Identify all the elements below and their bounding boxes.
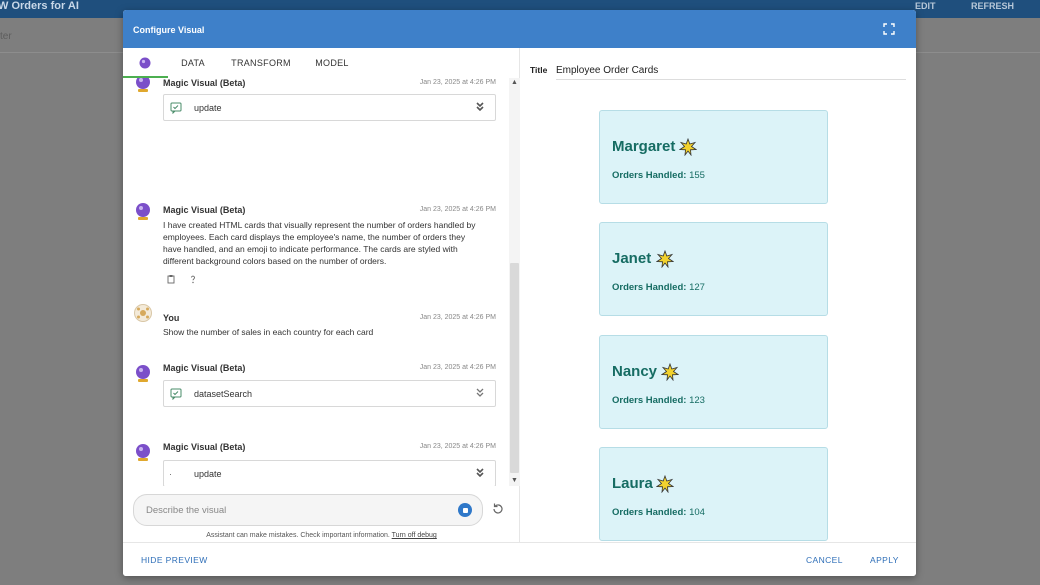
tool-call-label: update [194, 469, 222, 479]
hide-preview-button[interactable]: HIDE PREVIEW [141, 555, 208, 565]
message-timestamp: Jan 23, 2025 at 4:26 PM [419, 206, 496, 213]
scrollbar-thumb[interactable] [510, 263, 519, 473]
employee-card: Nancy Orders Handled: 123 [599, 335, 828, 429]
background-edit-button[interactable]: EDIT [915, 1, 936, 11]
user-avatar-icon [134, 304, 152, 322]
reset-chat-icon[interactable] [491, 502, 505, 516]
background-app-title: W Orders for AI [0, 0, 79, 12]
message-timestamp: Jan 23, 2025 at 4:26 PM [419, 314, 496, 321]
orders-handled: Orders Handled: 104 [612, 507, 705, 518]
message-timestamp: Jan 23, 2025 at 4:26 PM [419, 364, 496, 371]
tool-message-icon [170, 388, 182, 400]
chevron-double-down-icon[interactable] [475, 387, 485, 399]
chevron-double-down-icon[interactable] [475, 101, 485, 113]
dialog-header: Configure Visual [123, 10, 916, 48]
assistant-disclaimer: Assistant can make mistakes. Check impor… [123, 532, 520, 539]
chat-scrollbar[interactable]: ▲ ▼ [509, 78, 520, 486]
tool-call-update[interactable]: · update [163, 460, 496, 486]
tool-message-icon [170, 102, 182, 114]
tool-call-label: datasetSearch [194, 389, 253, 399]
orders-handled: Orders Handled: 155 [612, 170, 705, 181]
configure-visual-dialog: Configure Visual DATA TRANSFORM MODEL Ma… [123, 10, 916, 576]
magic-visual-avatar-icon [136, 78, 150, 92]
orders-handled: Orders Handled: 127 [612, 282, 705, 293]
describe-visual-input[interactable] [146, 503, 446, 517]
tab-transform[interactable]: TRANSFORM [231, 48, 291, 78]
background-refresh-button[interactable]: REFRESH [971, 1, 1014, 11]
assistant-panel: DATA TRANSFORM MODEL Magic Visual (Beta)… [123, 48, 520, 542]
debug-info-icon[interactable] [188, 274, 198, 284]
star-burst-icon [656, 475, 674, 493]
scroll-up-arrow-icon[interactable]: ▲ [511, 79, 518, 87]
tool-call-label: update [194, 103, 222, 113]
tab-model[interactable]: MODEL [313, 48, 351, 78]
message-text: Show the number of sales in each country… [163, 327, 374, 337]
employee-name: Margaret [612, 138, 676, 155]
message-text: I have created HTML cards that visually … [163, 220, 476, 266]
orders-count: 155 [689, 170, 705, 181]
employee-card: Laura Orders Handled: 104 [599, 447, 828, 541]
fullscreen-icon[interactable] [883, 23, 895, 35]
dialog-footer: HIDE PREVIEW CANCEL APPLY [123, 542, 916, 576]
chevron-double-down-icon[interactable] [475, 467, 485, 479]
orders-handled: Orders Handled: 123 [612, 395, 705, 406]
magic-visual-avatar-icon [136, 365, 150, 382]
stop-generation-button[interactable] [458, 503, 472, 517]
dialog-title: Configure Visual [133, 25, 205, 35]
chat-history[interactable]: Magic Visual (Beta) Jan 23, 2025 at 4:26… [123, 78, 508, 486]
message-author: Magic Visual (Beta) [163, 442, 246, 452]
tool-call-update[interactable]: update [163, 94, 496, 121]
tab-data[interactable]: DATA [178, 48, 208, 78]
star-burst-icon [661, 363, 679, 381]
star-burst-icon [656, 250, 674, 268]
message-timestamp: Jan 23, 2025 at 4:26 PM [419, 443, 496, 450]
magic-visual-avatar-icon [136, 444, 150, 461]
message-author: Magic Visual (Beta) [163, 205, 246, 215]
disclaimer-text: Assistant can make mistakes. Check impor… [206, 532, 390, 539]
apply-button[interactable]: APPLY [870, 555, 899, 565]
employee-card: Margaret Orders Handled: 155 [599, 110, 828, 204]
employee-name: Nancy [612, 363, 658, 380]
copy-icon[interactable] [166, 274, 176, 284]
visual-title-input[interactable] [556, 62, 906, 80]
config-tabs: DATA TRANSFORM MODEL [123, 48, 520, 78]
message-timestamp: Jan 23, 2025 at 4:26 PM [419, 79, 496, 86]
employee-name: Laura [612, 475, 653, 492]
tool-call-dataset-search[interactable]: datasetSearch [163, 380, 496, 407]
magic-visual-avatar-icon [136, 203, 150, 220]
prompt-input-container [133, 494, 483, 526]
orders-count: 123 [689, 395, 705, 406]
employee-name: Janet [612, 250, 652, 267]
magic-orb-icon [139, 57, 151, 69]
turn-off-debug-link[interactable]: Turn off debug [392, 532, 437, 539]
preview-panel: Title Margaret Orders Handled: 155 Janet… [521, 48, 916, 542]
title-field-label: Title [530, 65, 548, 75]
orders-count: 104 [689, 507, 705, 518]
cancel-button[interactable]: CANCEL [806, 555, 843, 565]
tab-magic-visual[interactable] [123, 48, 168, 78]
employee-card: Janet Orders Handled: 127 [599, 222, 828, 316]
star-burst-icon [679, 138, 697, 156]
scroll-down-arrow-icon[interactable]: ▼ [511, 477, 518, 485]
message-author: Magic Visual (Beta) [163, 363, 246, 373]
background-filter-field[interactable]: ter [0, 31, 12, 42]
orders-count: 127 [689, 282, 705, 293]
message-author: You [163, 313, 180, 323]
tool-bullet: · [169, 469, 172, 479]
message-author: Magic Visual (Beta) [163, 78, 246, 88]
